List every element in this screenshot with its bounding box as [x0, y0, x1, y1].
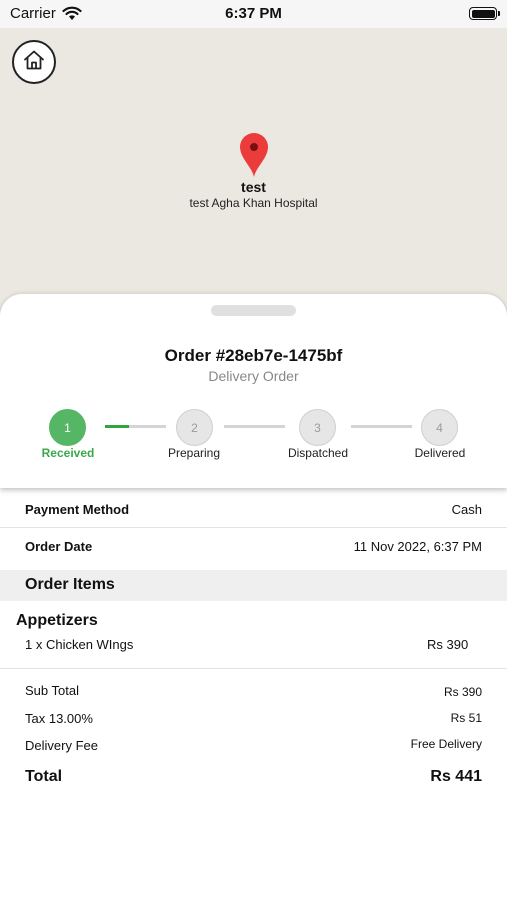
status-bar: Carrier 6:37 PM [0, 0, 507, 28]
progress-line-3 [351, 425, 412, 428]
total-value: Rs 441 [430, 768, 482, 785]
total-label: Total [25, 768, 63, 785]
subtotal-label: Sub Total [25, 683, 79, 698]
progress-line-2 [224, 425, 285, 428]
item-price: Rs 390 [427, 637, 469, 652]
home-button[interactable] [12, 40, 56, 84]
tax-label: Tax 13.00% [25, 711, 93, 726]
order-status-sheet: Order #28eb7e-1475bf Delivery Order 1 2 … [0, 294, 507, 488]
order-type: Delivery Order [208, 368, 299, 384]
step-3-circle: 3 [299, 409, 336, 446]
payment-method-row: Payment Method Cash [0, 491, 507, 528]
divider [0, 668, 507, 669]
step-2-label: Preparing [167, 446, 221, 460]
map-view[interactable]: test test Agha Khan Hospital [0, 28, 507, 328]
pin-title: test [241, 179, 266, 195]
order-items-header: Order Items [0, 570, 507, 601]
order-date-value: 11 Nov 2022, 6:37 PM [353, 539, 482, 554]
battery-icon [469, 7, 500, 20]
step-4-label: Delivered [414, 446, 466, 460]
status-time: 6:37 PM [225, 5, 282, 22]
order-items-title: Order Items [25, 576, 115, 593]
order-date-row: Order Date 11 Nov 2022, 6:37 PM [0, 528, 507, 565]
progress-line-1 [105, 425, 166, 428]
step-3-label: Dispatched [287, 446, 349, 460]
step-1-label: Received [41, 446, 95, 460]
map-pin-icon[interactable] [239, 132, 269, 183]
payment-method-value: Cash [451, 502, 482, 517]
pin-subtitle: test Agha Khan Hospital [189, 196, 318, 210]
order-number: Order #28eb7e-1475bf [164, 346, 343, 365]
delivery-fee-value: Free Delivery [410, 737, 482, 751]
payment-method-label: Payment Method [25, 502, 130, 517]
order-date-label: Order Date [25, 539, 93, 554]
drag-handle[interactable] [211, 305, 296, 316]
home-icon [22, 48, 46, 77]
step-2-circle: 2 [176, 409, 213, 446]
item-name: 1 x Chicken WIngs [25, 637, 134, 652]
tax-value: Rs 51 [450, 711, 482, 725]
subtotal-value: Rs 390 [443, 685, 482, 699]
step-1-circle: 1 [49, 409, 86, 446]
delivery-fee-label: Delivery Fee [25, 738, 98, 753]
step-4-circle: 4 [421, 409, 458, 446]
item-category: Appetizers [16, 612, 98, 629]
